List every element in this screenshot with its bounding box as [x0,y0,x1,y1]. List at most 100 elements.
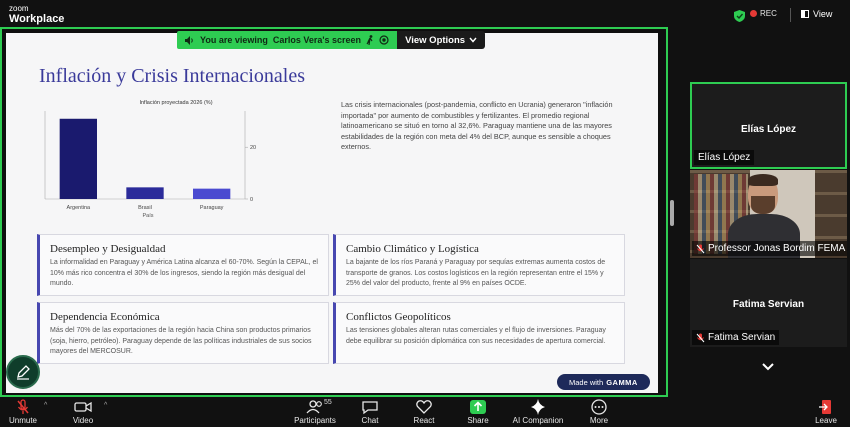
chart-title: Inflación proyectada 2026 (%) [139,100,212,106]
viewing-indicator: You are viewing Carlos Vera's screen [177,31,398,49]
chart-bar-argentina [59,118,97,199]
leave-door-icon [819,400,831,414]
view-options-label: View Options [405,34,466,46]
mic-muted-icon [17,399,29,414]
person-walk-icon[interactable] [366,35,374,45]
chart-x-tick-label: Paraguay [200,205,224,211]
card-desempleo: Desempleo y Desigualdad La informalidad … [37,234,329,296]
chevron-down-icon[interactable] [761,362,775,372]
view-button[interactable]: View [801,9,832,19]
share-button[interactable]: Share [462,397,494,427]
presenter-name: Carlos Vera's screen [272,35,362,45]
chart-bar-paraguay [193,188,231,199]
leave-label: Leave [815,416,837,425]
meeting-controls: Unmute ^ Video ^ 55 Participants Chat Re… [0,397,850,427]
react-label: React [413,416,435,425]
chart-x-label: País [142,213,153,219]
chat-bubble-icon [362,401,378,415]
card-dependencia: Dependencia Económica Más del 70% de las… [37,302,329,364]
participant-center-name: Elías López [740,124,796,135]
zoom-window: zoom Workplace REC View Inflación y Cris… [0,0,850,427]
pencil-icon [17,365,30,380]
scrollbar[interactable] [670,200,674,226]
more-label: More [589,416,609,425]
card-cambio-climatico: Cambio Climático y Logística La bajante … [333,234,625,296]
participants-label: Participants [294,416,336,425]
shared-screen: Inflación y Crisis Internacionales Infla… [0,27,668,397]
participant-video-tile[interactable]: Professor Jonas Bordim FEMA [690,170,847,258]
card-body: Las tensiones globales alteran rutas com… [346,327,606,345]
more-button[interactable]: More [584,397,614,427]
heart-icon [416,400,432,414]
person-beard [751,196,775,214]
inflation-chart: Inflación proyectada 2026 (%) Argentina B… [40,93,280,223]
card-body: Más del 70% de las exportaciones de la r… [50,327,312,355]
logo-line2: Workplace [9,13,65,25]
divider [790,8,791,22]
participants-icon [306,400,322,414]
record-dot-icon [750,10,757,17]
sparkle-icon [531,399,545,415]
made-with-gamma-badge[interactable]: Made with GAMMA [557,374,650,390]
rec-label: REC [760,9,777,18]
person-hair [748,174,778,186]
caret-up-icon[interactable]: ^ [104,402,107,409]
view-options-button[interactable]: View Options [397,31,486,49]
participant-name: Elías López [698,152,751,163]
zoom-logo: zoom Workplace [9,5,64,25]
chart-y-tick-label: 20 [250,145,256,151]
chart-marks: Argentina Brasil Paraguay 0 20 [59,118,256,211]
card-title: Desempleo y Desigualdad [50,243,166,255]
logo-line1: zoom [9,4,29,13]
mic-muted-icon [696,244,705,253]
card-body: La bajante de los ríos Paraná y Paraguay… [346,259,606,287]
react-button[interactable]: React [408,397,440,427]
unmute-label: Unmute [8,416,37,425]
chevron-down-icon [469,37,477,43]
card-title: Conflictos Geopolíticos [346,311,451,323]
participant-name: Professor Jonas Bordim FEMA [708,243,846,254]
participant-name-tag: Fatima Servian [692,330,780,345]
badge-prefix: Made with [569,377,604,387]
participant-tile[interactable]: Elías López Elías López [690,82,847,169]
shield-check-icon[interactable] [734,10,745,22]
annotate-button[interactable] [6,355,40,389]
leave-button[interactable]: Leave [810,397,842,427]
view-layout-icon [801,10,809,18]
viewing-prefix: You are viewing [200,35,268,45]
video-label: Video [72,416,94,425]
chat-button[interactable]: Chat [355,397,385,427]
card-conflictos: Conflictos Geopolíticos Las tensiones gl… [333,302,625,364]
slide-title: Inflación y Crisis Internacionales [39,65,306,87]
more-dots-icon [591,399,607,415]
chart-x-tick-label: Brasil [138,205,152,211]
participant-center-name: Fatima Servian [732,299,805,310]
view-label: View [813,9,833,19]
chart-bar-brasil [126,187,164,199]
participant-name-tag: Elías López [694,150,755,165]
participants-button[interactable]: Participants [290,397,340,427]
intro-paragraph: Las crisis internacionales (post-pandemi… [341,100,613,151]
ai-companion-label: AI Companion [512,416,564,425]
chart-x-tick-label: Argentina [67,205,91,211]
stop-circle-icon[interactable] [379,35,389,45]
chat-label: Chat [361,416,379,425]
presentation-slide: Inflación y Crisis Internacionales Infla… [6,33,658,393]
caret-up-icon[interactable]: ^ [44,402,47,409]
share-arrow-icon [470,400,486,414]
share-status-bar: You are viewing Carlos Vera's screen Vie… [177,31,486,49]
recording-indicator[interactable]: REC [750,9,777,18]
video-button[interactable]: Video [65,397,101,427]
participant-name-tag: Professor Jonas Bordim FEMA [692,241,847,256]
chart-y-tick-label: 0 [250,197,253,203]
badge-brand: GAMMA [606,377,638,387]
speaker-icon [185,35,193,45]
chart-svg: Inflación proyectada 2026 (%) Argentina B… [44,100,256,219]
share-label: Share [467,416,489,425]
unmute-button[interactable]: Unmute [4,397,42,427]
participant-tile[interactable]: Fatima Servian Fatima Servian [690,259,847,347]
ai-companion-button[interactable]: AI Companion [508,397,568,427]
video-camera-icon [74,401,92,413]
mic-muted-icon [696,333,705,342]
participant-name: Fatima Servian [708,332,776,343]
